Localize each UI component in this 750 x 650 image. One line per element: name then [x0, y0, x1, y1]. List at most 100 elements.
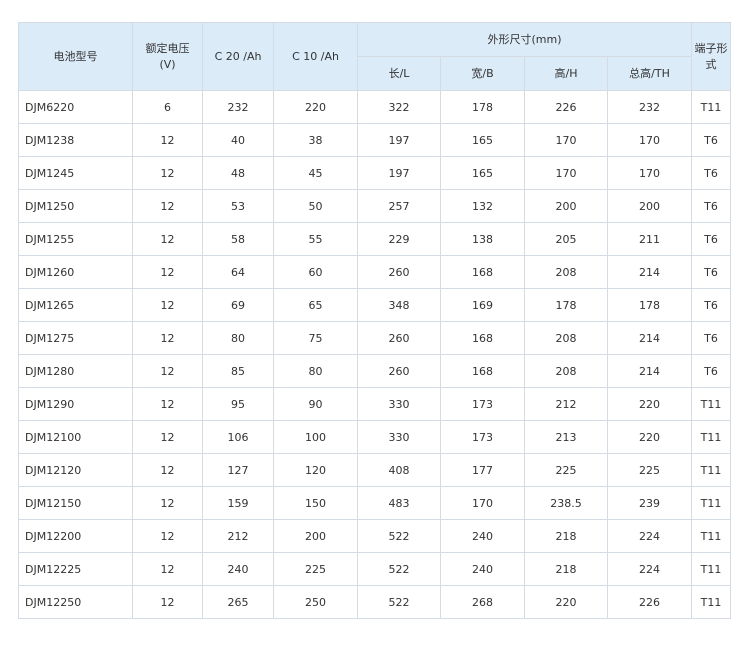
cell-width: 168 [440, 255, 525, 289]
table-row: DJM12250 12 265 250 522 268 220 226 T11 [18, 585, 732, 619]
cell-c20: 240 [202, 552, 274, 586]
cell-voltage: 12 [132, 387, 203, 421]
cell-c10: 120 [273, 453, 358, 487]
cell-length: 260 [357, 321, 441, 355]
cell-terminal: T6 [691, 222, 732, 256]
cell-height: 218 [524, 519, 608, 553]
header-voltage-label: 额定电压 [145, 41, 190, 55]
cell-c20: 40 [202, 123, 274, 157]
cell-height: 213 [524, 420, 608, 454]
cell-voltage: 12 [132, 486, 203, 520]
cell-width: 168 [440, 354, 525, 388]
cell-total-height: 214 [606, 354, 693, 388]
cell-terminal: T6 [691, 123, 732, 157]
cell-voltage: 12 [132, 519, 203, 553]
cell-c10: 150 [273, 486, 358, 520]
cell-voltage: 12 [132, 453, 203, 487]
cell-terminal: T11 [691, 387, 732, 421]
header-height-label: 高/H [554, 66, 578, 80]
table-row: DJM6220 6 232 220 322 178 226 232 T11 [18, 90, 732, 124]
header-length: 长/L [357, 56, 441, 91]
header-width: 宽/B [440, 56, 525, 91]
cell-model: DJM12250 [18, 585, 133, 619]
table-row: DJM12225 12 240 225 522 240 218 224 T11 [18, 552, 732, 586]
table-row: DJM1255 12 58 55 229 138 205 211 T6 [18, 222, 732, 256]
table-row: DJM12100 12 106 100 330 173 213 220 T11 [18, 420, 732, 454]
cell-total-height: 214 [606, 321, 693, 355]
cell-terminal: T6 [691, 255, 732, 289]
cell-height: 212 [524, 387, 608, 421]
cell-model: DJM6220 [18, 90, 133, 124]
cell-total-height: 224 [606, 519, 693, 553]
header-model: 电池型号 [18, 22, 133, 91]
header-length-label: 长/L [388, 66, 410, 80]
cell-c10: 45 [273, 156, 358, 190]
cell-length: 257 [357, 189, 441, 223]
cell-model: DJM1238 [18, 123, 133, 157]
table-row: DJM1280 12 85 80 260 168 208 214 T6 [18, 354, 732, 388]
cell-model: DJM12150 [18, 486, 133, 520]
cell-c20: 127 [202, 453, 274, 487]
cell-c20: 95 [202, 387, 274, 421]
cell-c20: 69 [202, 288, 274, 322]
cell-total-height: 170 [606, 156, 693, 190]
header-model-label: 电池型号 [53, 49, 98, 63]
cell-height: 226 [524, 90, 608, 124]
cell-total-height: 214 [606, 255, 693, 289]
cell-height: 178 [524, 288, 608, 322]
cell-model: DJM12225 [18, 552, 133, 586]
cell-model: DJM1250 [18, 189, 133, 223]
cell-terminal: T11 [691, 585, 732, 619]
cell-length: 348 [357, 288, 441, 322]
cell-c20: 159 [202, 486, 274, 520]
cell-model: DJM1290 [18, 387, 133, 421]
cell-c20: 85 [202, 354, 274, 388]
cell-width: 240 [440, 519, 525, 553]
cell-total-height: 211 [606, 222, 693, 256]
cell-length: 260 [357, 255, 441, 289]
cell-terminal: T6 [691, 321, 732, 355]
cell-length: 322 [357, 90, 441, 124]
cell-c20: 48 [202, 156, 274, 190]
cell-height: 170 [524, 123, 608, 157]
cell-total-height: 224 [606, 552, 693, 586]
cell-model: DJM12120 [18, 453, 133, 487]
cell-total-height: 232 [606, 90, 693, 124]
header-height: 高/H [524, 56, 608, 91]
cell-voltage: 12 [132, 288, 203, 322]
cell-voltage: 12 [132, 156, 203, 190]
cell-height: 208 [524, 354, 608, 388]
cell-model: DJM1275 [18, 321, 133, 355]
cell-c10: 38 [273, 123, 358, 157]
cell-width: 268 [440, 585, 525, 619]
cell-c20: 232 [202, 90, 274, 124]
header-dimensions-label: 外形尺寸(mm) [487, 32, 562, 46]
cell-model: DJM12200 [18, 519, 133, 553]
cell-length: 522 [357, 585, 441, 619]
cell-c20: 106 [202, 420, 274, 454]
cell-width: 177 [440, 453, 525, 487]
cell-height: 200 [524, 189, 608, 223]
cell-c20: 212 [202, 519, 274, 553]
cell-total-height: 220 [606, 420, 693, 454]
cell-total-height: 170 [606, 123, 693, 157]
header-c20-label: C 20 /Ah [214, 49, 262, 63]
cell-c10: 220 [273, 90, 358, 124]
table-row: DJM1275 12 80 75 260 168 208 214 T6 [18, 321, 732, 355]
table-row: DJM1260 12 64 60 260 168 208 214 T6 [18, 255, 732, 289]
cell-voltage: 12 [132, 189, 203, 223]
cell-terminal: T11 [691, 453, 732, 487]
cell-voltage: 12 [132, 585, 203, 619]
header-total-height-label: 总高/TH [629, 66, 670, 80]
cell-width: 165 [440, 123, 525, 157]
cell-width: 165 [440, 156, 525, 190]
cell-terminal: T6 [691, 288, 732, 322]
cell-model: DJM1245 [18, 156, 133, 190]
table-row: DJM1250 12 53 50 257 132 200 200 T6 [18, 189, 732, 223]
cell-voltage: 12 [132, 420, 203, 454]
cell-width: 173 [440, 420, 525, 454]
table-header: 电池型号 额定电压 (V) C 20 /Ah C 10 /Ah 外形尺寸(mm) … [18, 22, 732, 91]
table-row: DJM12120 12 127 120 408 177 225 225 T11 [18, 453, 732, 487]
cell-height: 205 [524, 222, 608, 256]
cell-length: 330 [357, 420, 441, 454]
